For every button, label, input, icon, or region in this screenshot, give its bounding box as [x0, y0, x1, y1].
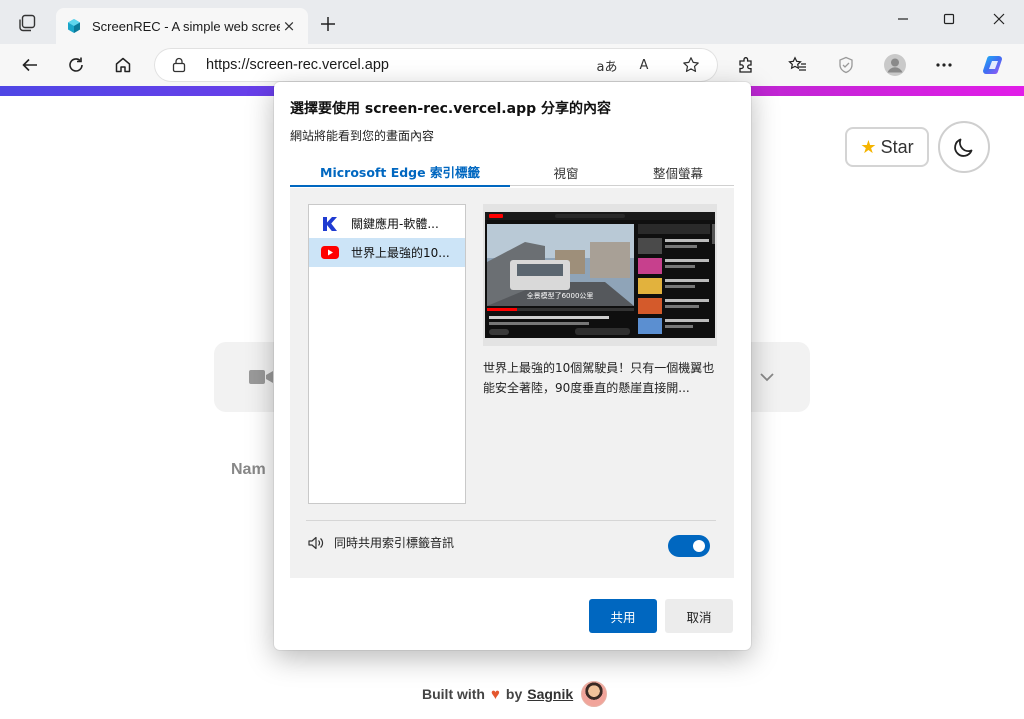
share-audio-label: 同時共用索引標籤音訊 [334, 536, 455, 550]
home-icon[interactable] [107, 50, 139, 80]
new-tab-button[interactable] [316, 12, 340, 36]
extensions-icon[interactable] [730, 50, 762, 80]
tab-preview: 全景模型了6000公里 [483, 204, 717, 346]
browser-tab[interactable]: ScreenREC - A simple web screen recorder… [56, 8, 308, 44]
tab-title: ScreenREC - A simple web screen recorder [92, 18, 280, 34]
cancel-button[interactable]: 取消 [665, 599, 733, 633]
browser-toolbar: https://screen-rec.vercel.app aあ A [0, 44, 1024, 86]
star-icon: ★ [860, 136, 877, 157]
close-window-icon[interactable] [976, 4, 1022, 34]
refresh-icon[interactable] [60, 50, 92, 80]
workspaces-icon[interactable] [14, 10, 40, 36]
author-link[interactable]: Sagnik [527, 686, 573, 702]
tab-edge-tabs[interactable]: Microsoft Edge 索引標籤 [290, 158, 510, 187]
maximize-icon[interactable] [926, 4, 972, 34]
dialog-subtitle: 網站將能看到您的畫面內容 [290, 129, 435, 143]
url-text[interactable]: https://screen-rec.vercel.app [206, 57, 389, 73]
footer-built-text: Built with [422, 686, 485, 702]
share-audio-toggle[interactable] [668, 535, 710, 557]
read-aloud-icon[interactable]: A [631, 53, 657, 77]
footer-by-text: by [505, 686, 523, 702]
minimize-icon[interactable] [880, 4, 926, 34]
lock-icon[interactable] [172, 57, 186, 73]
share-audio-row: 同時共用索引標籤音訊 [308, 534, 454, 551]
youtube-icon [321, 245, 339, 261]
author-avatar[interactable] [581, 681, 608, 707]
tab-entire-screen[interactable]: 整個螢幕 [622, 158, 734, 186]
theme-toggle-button[interactable] [938, 121, 990, 173]
share-button[interactable]: 共用 [589, 599, 657, 633]
preview-overlay-text: 全景模型了6000公里 [527, 291, 594, 300]
translate-icon[interactable]: aあ [594, 53, 620, 77]
screenrec-favicon [68, 19, 80, 33]
profile-icon[interactable] [879, 50, 911, 80]
share-source-tabs: Microsoft Edge 索引標籤 視窗 整個螢幕 [290, 158, 734, 187]
video-camera-icon [249, 370, 273, 384]
tab-window[interactable]: 視窗 [510, 158, 622, 186]
browser-essentials-icon[interactable] [830, 50, 862, 80]
list-item[interactable]: 關鍵應用-軟體... [309, 209, 465, 238]
k-site-icon [321, 216, 339, 232]
moon-icon [954, 138, 973, 157]
copilot-icon[interactable] [978, 50, 1010, 80]
tab-list: 關鍵應用-軟體... 世界上最強的10... [308, 204, 466, 504]
github-star-button[interactable]: ★ Star [845, 127, 929, 167]
toggle-knob [693, 540, 705, 552]
dialog-title: 選擇要使用 screen-rec.vercel.app 分享的內容 [290, 101, 611, 117]
name-field-label: Nam [231, 461, 266, 478]
footer: Built with ♥ by Sagnik [422, 681, 608, 707]
preview-thumbnail: 全景模型了6000公里 [485, 212, 715, 338]
heart-icon: ♥ [491, 685, 500, 703]
screen-share-dialog: 選擇要使用 screen-rec.vercel.app 分享的內容 網站將能看到… [274, 82, 751, 650]
star-label: Star [880, 136, 914, 157]
list-item[interactable]: 世界上最強的10... [309, 238, 465, 267]
divider [306, 520, 716, 521]
title-bar: ScreenREC - A simple web screen recorder… [0, 0, 1024, 44]
chevron-down-icon[interactable] [759, 369, 775, 385]
address-bar[interactable]: https://screen-rec.vercel.app aあ A [154, 48, 718, 82]
list-item-label: 世界上最強的10... [351, 246, 450, 260]
back-icon[interactable] [14, 50, 46, 80]
favorites-icon[interactable] [782, 50, 814, 80]
close-tab-icon[interactable]: × [280, 17, 298, 35]
more-icon[interactable] [928, 50, 960, 80]
favorite-star-icon[interactable] [678, 53, 704, 77]
list-item-label: 關鍵應用-軟體... [351, 217, 439, 231]
preview-caption: 世界上最強的10個駕駛員！只有一個機翼也能安全著陸，90度垂直的懸崖直接開... [483, 361, 715, 395]
share-source-panel: 關鍵應用-軟體... 世界上最強的10... 全景模型了6000公里 世界上最強… [290, 188, 734, 578]
speaker-icon [308, 536, 324, 549]
